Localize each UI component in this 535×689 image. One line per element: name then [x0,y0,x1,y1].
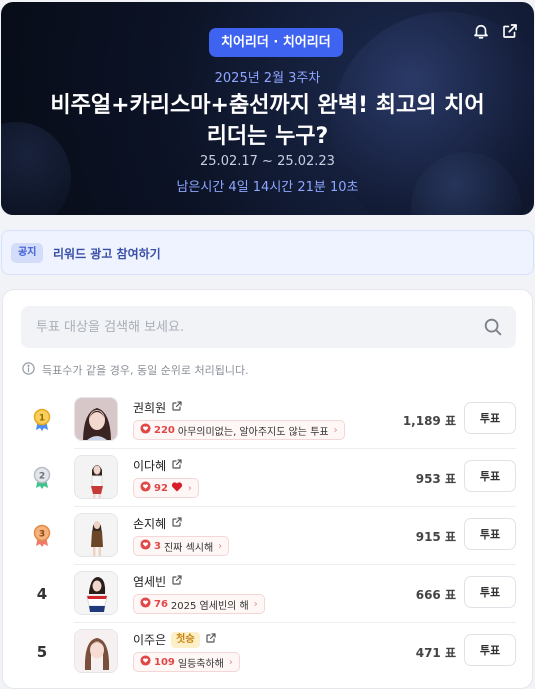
vote-button[interactable]: 투표 [464,576,516,608]
rank-number: 4 [27,565,57,623]
comment-count: 220 [154,424,175,436]
candidate-row: 3 손지혜 3 진짜 섹시해 › 915 표 투표 [3,507,532,565]
comment-pill[interactable]: 76 2025 염세빈의 해 › [133,594,265,614]
external-link-icon[interactable] [205,632,217,647]
external-link-icon[interactable] [171,458,183,473]
svg-text:3: 3 [39,529,45,539]
candidate-name[interactable]: 손지혜 [133,515,183,532]
vote-button[interactable]: 투표 [464,460,516,492]
external-link-icon[interactable] [171,400,183,415]
first-win-badge: 첫승 [171,631,200,648]
event-header: 치어리더 · 치어리더 2025년 2월 3주차 비주얼+카리스마+춤선까지 완… [1,2,534,215]
comment-count: 92 [154,482,168,494]
candidate-name[interactable]: 염세빈 [133,573,183,590]
comment-text: 2025 염세빈의 해 [170,600,249,612]
avatar[interactable] [74,513,118,557]
candidate-name[interactable]: 이주은 첫승 [133,631,217,648]
rank-number: 5 [27,623,57,681]
heart-icon [140,481,151,495]
candidate-name-text: 이다혜 [133,459,167,473]
candidate-name-text: 이주은 [133,633,167,647]
category-badge[interactable]: 치어리더 · 치어리더 [209,28,343,57]
info-text: 득표수가 같을 경우, 동일 순위로 처리됩니다. [42,364,249,377]
chevron-right-icon: › [228,656,233,668]
comment-count: 109 [154,656,175,668]
rank-medal-gold: 1 [27,391,57,449]
remaining-time: 남은시간 4일 14시간 21분 10초 [176,180,359,195]
comment-text: 진짜 섹시해 [163,542,214,554]
candidate-name-text: 권희원 [133,401,167,415]
vote-panel: 득표수가 같을 경우, 동일 순위로 처리됩니다. 1 권희원 [2,289,533,689]
notice-bar[interactable]: 공지 리워드 광고 참여하기 [1,230,534,275]
red-heart-emoji [171,481,183,495]
week-label: 2025년 2월 3주차 [214,71,321,86]
external-link-icon[interactable] [171,574,183,589]
tie-rule-info: 득표수가 같을 경우, 동일 순위로 처리됩니다. [21,362,249,378]
avatar[interactable] [74,455,118,499]
search-box[interactable] [21,306,516,348]
comment-count: 3 [154,540,161,552]
candidate-name-text: 손지혜 [133,517,167,531]
comment-pill[interactable]: 109 일등축하해 › [133,652,240,672]
chevron-right-icon: › [333,424,338,436]
candidate-name[interactable]: 이다혜 [133,457,183,474]
comment-count: 76 [154,598,168,610]
heart-icon [140,597,151,611]
bell-icon[interactable] [470,20,492,42]
avatar[interactable] [74,397,118,441]
candidate-row: 1 권희원 220 아무의미없는, 알아주지도 않는 투표 › 1,189 표 [3,391,532,449]
candidate-name[interactable]: 권희원 [133,399,183,416]
heart-icon [140,423,151,437]
vote-count: 953 표 [415,471,456,486]
chevron-right-icon: › [187,482,192,494]
chevron-right-icon: › [218,540,223,552]
candidate-row: 4 염세빈 76 2025 염세빈의 해 › 666 표 투표 [3,565,532,623]
heart-icon [140,655,151,669]
rank-number-text: 4 [36,585,48,603]
vote-count: 666 표 [415,587,456,602]
heart-icon [140,539,151,553]
avatar[interactable] [74,571,118,615]
info-icon [21,361,36,379]
search-icon[interactable] [482,316,504,338]
vote-count: 915 표 [415,529,456,544]
notice-text[interactable]: 리워드 광고 참여하기 [53,245,161,262]
search-input[interactable] [21,306,471,348]
vote-count: 471 표 [415,645,456,660]
candidate-row: 2 이다혜 92 › 953 표 투표 [3,449,532,507]
comment-pill[interactable]: 3 진짜 섹시해 › [133,536,230,556]
vote-button[interactable]: 투표 [464,518,516,550]
external-link-icon[interactable] [171,516,183,531]
rank-number-text: 5 [36,643,48,661]
event-dates: 25.02.17 ~ 25.02.23 [200,154,335,169]
candidate-name-text: 염세빈 [133,575,167,589]
rank-medal-silver: 2 [27,449,57,507]
rank-medal-bronze: 3 [27,507,57,565]
event-title: 비주얼+카리스마+춤선까지 완벽! 최고의 치어리더는 누구? [50,93,485,149]
candidate-row: 5 이주은 첫승 109 일등축하해 › 471 표 투표 [3,623,532,681]
comment-text: 아무의미없는, 알아주지도 않는 투표 [177,426,329,438]
avatar[interactable] [74,629,118,673]
comment-text: 일등축하해 [177,658,224,670]
comment-pill[interactable]: 220 아무의미없는, 알아주지도 않는 투표 › [133,420,345,440]
vote-button[interactable]: 투표 [464,402,516,434]
chevron-right-icon: › [253,598,258,610]
share-icon[interactable] [499,20,521,42]
notice-tag: 공지 [11,243,44,263]
svg-text:1: 1 [39,413,45,423]
svg-text:2: 2 [39,471,45,481]
vote-button[interactable]: 투표 [464,634,516,666]
vote-count: 1,189 표 [402,413,456,428]
comment-pill[interactable]: 92 › [133,478,199,498]
